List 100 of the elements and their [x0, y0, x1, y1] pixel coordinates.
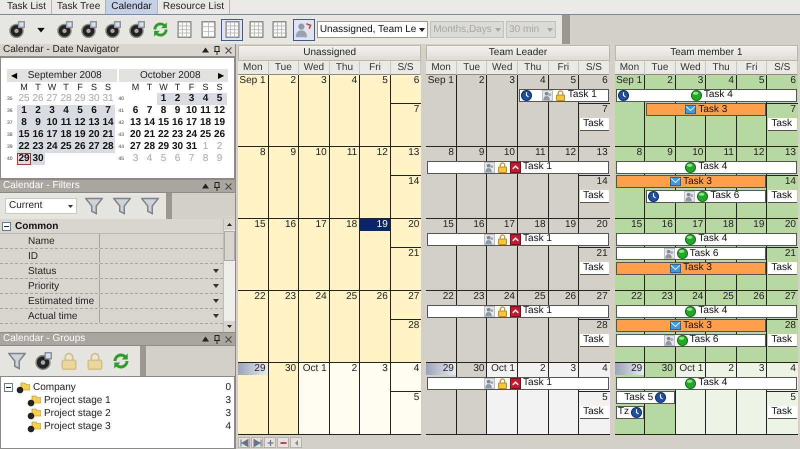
event-bar[interactable]: Task 4 — [616, 88, 797, 102]
calendar-day[interactable]: 7 — [142, 105, 156, 117]
calendar-day[interactable]: 4 — [59, 105, 73, 117]
event-bar[interactable]: Task 3 — [646, 103, 766, 116]
close-icon[interactable] — [225, 336, 232, 342]
day-number[interactable]: Sep 1 — [614, 75, 644, 87]
calendar-day[interactable]: 25 — [198, 129, 212, 141]
navigation-button[interactable] — [238, 437, 250, 448]
calendar-day[interactable]: 26 — [73, 141, 87, 153]
calendar-day[interactable]: 2 — [170, 93, 184, 105]
calendar-day[interactable]: 13 — [128, 117, 142, 129]
caret-up-icon[interactable] — [202, 47, 209, 53]
scrollbar[interactable] — [223, 219, 235, 332]
collapse-icon[interactable] — [2, 222, 11, 230]
calendar-day[interactable]: 27 — [128, 141, 142, 153]
calendar-day[interactable]: 11 — [59, 117, 73, 129]
event-bar[interactable]: Task 3 — [616, 175, 766, 188]
property-row[interactable]: Estimated time — [0, 294, 223, 309]
event-bar[interactable]: Task 1 — [427, 376, 609, 390]
day-number[interactable]: 29 — [614, 363, 644, 375]
calendar-day[interactable]: 1 — [156, 93, 170, 105]
previous-month-button[interactable]: ◀ — [11, 72, 17, 80]
event-bar[interactable]: Task — [580, 406, 609, 419]
property-row[interactable]: Priority — [0, 279, 223, 294]
event-bar[interactable]: Task — [768, 190, 797, 203]
calendar-day[interactable]: 3 — [184, 93, 198, 105]
calendar-day[interactable]: 23 — [170, 129, 184, 141]
calendar-day[interactable]: 24 — [45, 141, 59, 153]
day-number[interactable]: Sep 1 — [238, 75, 268, 87]
tab[interactable]: Calendar — [106, 0, 158, 14]
calendar-day[interactable]: 20 — [128, 129, 142, 141]
event-bar[interactable]: Task 4 — [616, 160, 797, 174]
event-bar[interactable]: Task — [580, 262, 609, 275]
event-bar[interactable]: Task 4 — [616, 232, 797, 246]
group-label[interactable]: Company — [33, 382, 226, 392]
navigation-button[interactable] — [264, 437, 276, 448]
calendar-day[interactable]: 21 — [101, 129, 115, 141]
event-bar[interactable]: Task 6 — [646, 190, 766, 203]
toolbar-combo[interactable]: Unassigned, Team Le — [316, 21, 428, 38]
calendar-day[interactable]: 30 — [170, 141, 184, 153]
calendar-day[interactable]: 10 — [45, 117, 59, 129]
pin-icon[interactable] — [214, 334, 220, 344]
navigation-button[interactable] — [290, 437, 302, 448]
property-row[interactable]: Status — [0, 264, 223, 279]
calendar-day[interactable]: 17 — [184, 117, 198, 129]
event-bar[interactable]: Task — [580, 118, 609, 131]
calendar-day[interactable]: 29 — [156, 141, 170, 153]
calendar-day[interactable]: 14 — [142, 117, 156, 129]
navigation-button[interactable] — [251, 437, 263, 448]
caret-up-icon[interactable] — [202, 336, 209, 342]
property-row[interactable]: Name — [0, 234, 223, 249]
calendar-day[interactable]: 11 — [198, 105, 212, 117]
calendar-day[interactable]: 7 — [101, 105, 115, 117]
calendar-day[interactable]: 8 — [156, 105, 170, 117]
day-number[interactable]: Sep 1 — [426, 75, 456, 87]
calendar-day[interactable]: 30 — [31, 153, 45, 165]
calendar-day[interactable]: 22 — [156, 129, 170, 141]
calendar-day[interactable]: 15 — [156, 117, 170, 129]
calendar-day[interactable]: 21 — [142, 129, 156, 141]
filter-tool-button[interactable] — [83, 195, 105, 217]
event-bar[interactable]: Task — [768, 406, 797, 419]
calendar-day[interactable]: 9 — [31, 117, 45, 129]
calendar-day[interactable]: 31 — [184, 141, 198, 153]
pin-icon[interactable] — [214, 46, 220, 54]
event-bar[interactable]: Task — [768, 334, 797, 347]
calendar-day[interactable]: 2 — [31, 105, 45, 117]
calendar-day[interactable]: 5 — [212, 93, 226, 105]
event-bar[interactable]: Task 5 — [616, 391, 675, 404]
calendar-day[interactable]: 5 — [73, 105, 87, 117]
calendar-day[interactable]: 6 — [128, 105, 142, 117]
calendar-day[interactable]: 17 — [45, 129, 59, 141]
calendar-day[interactable]: 9 — [170, 105, 184, 117]
calendar-day[interactable]: 19 — [212, 117, 226, 129]
filter-tool-button[interactable] — [139, 195, 161, 217]
caret-down-icon[interactable] — [213, 269, 219, 273]
event-bar[interactable]: Task 3 — [616, 262, 766, 275]
event-bar[interactable]: Task 1 — [427, 304, 609, 318]
calendar-day[interactable]: 18 — [59, 129, 73, 141]
caret-up-icon[interactable] — [202, 183, 209, 189]
event-bar[interactable]: Task — [580, 334, 609, 347]
pin-icon[interactable] — [214, 182, 220, 190]
calendar-day[interactable]: 22 — [17, 141, 31, 153]
event-bar[interactable]: Task 6 — [616, 247, 766, 260]
calendar-day[interactable]: 13 — [87, 117, 101, 129]
calendar-day[interactable]: 6 — [87, 105, 101, 117]
day-number[interactable]: 29 — [426, 363, 456, 375]
group-label[interactable]: Project stage 2 — [44, 408, 226, 418]
calendar-day[interactable]: 29 — [17, 153, 31, 165]
property-row[interactable]: Actual time — [0, 309, 223, 324]
tab[interactable]: Resource List — [158, 0, 230, 14]
event-bar[interactable]: Task 1 — [518, 88, 609, 102]
filter-tool-button[interactable] — [111, 195, 133, 217]
calendar-day[interactable]: 28 — [142, 141, 156, 153]
calendar-day[interactable]: 24 — [184, 129, 198, 141]
calendar-day[interactable]: 4 — [198, 93, 212, 105]
event-bar[interactable]: Task 1 — [427, 232, 609, 246]
calendar-day[interactable]: 1 — [17, 105, 31, 117]
calendar-day[interactable]: 16 — [31, 129, 45, 141]
close-icon[interactable] — [225, 46, 232, 54]
calendar-day[interactable]: 10 — [184, 105, 198, 117]
